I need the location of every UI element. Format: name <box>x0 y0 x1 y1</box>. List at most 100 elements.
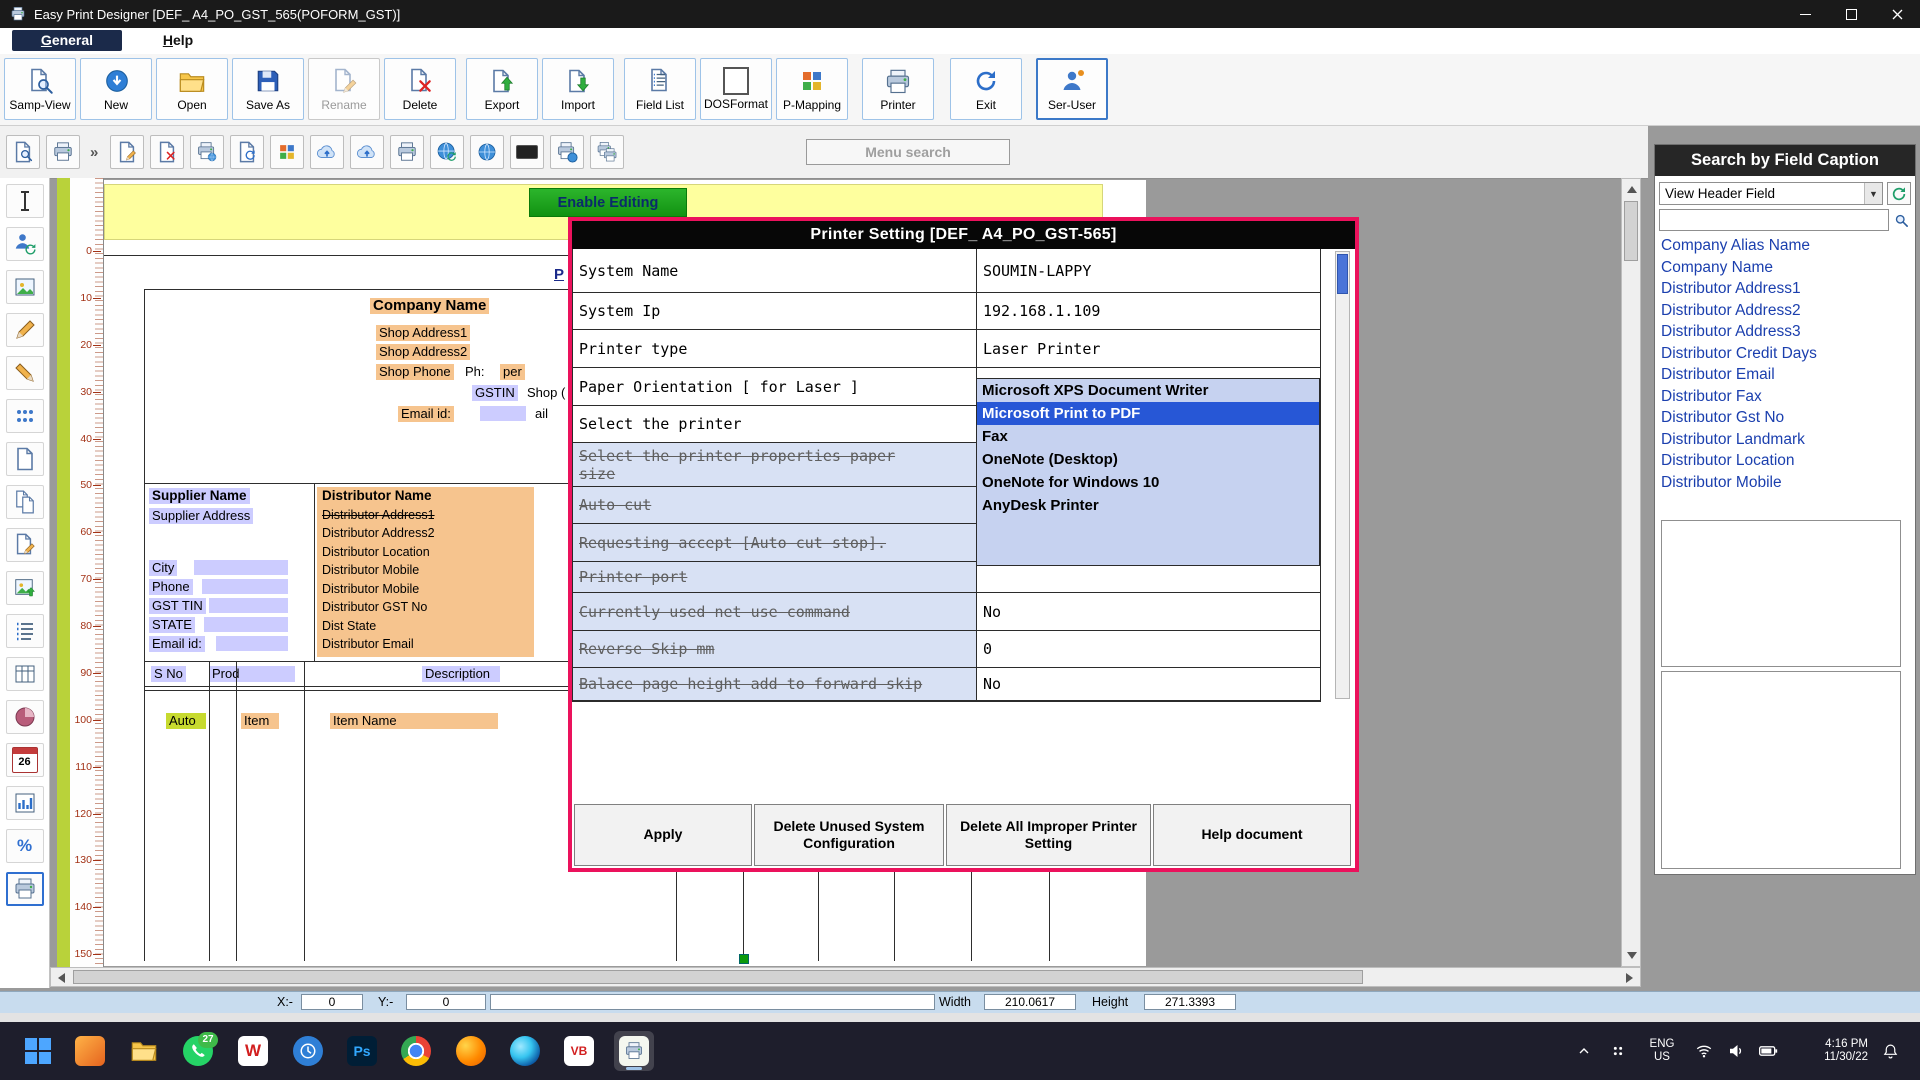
scroll-up-arrow[interactable] <box>1627 186 1637 193</box>
distributor-gst-field[interactable]: Distributor GST No <box>322 600 427 614</box>
distributor-mobile2-field[interactable]: Distributor Mobile <box>322 582 419 596</box>
row-value[interactable]: SOUMIN-LAPPY <box>977 249 1320 292</box>
field-caption-item[interactable]: Distributor Gst No <box>1658 407 1912 429</box>
printer-list-item[interactable]: Fax <box>977 425 1319 448</box>
field-caption-item[interactable]: Distributor Fax <box>1658 386 1912 408</box>
taskbar-easy-print-designer[interactable] <box>614 1031 654 1071</box>
email-label-field[interactable]: Email id: <box>398 406 454 422</box>
pencil-tool[interactable] <box>6 356 44 390</box>
pie-chart-tool[interactable] <box>6 700 44 734</box>
language-indicator[interactable]: ENG US <box>1644 1038 1680 1064</box>
web-print-button[interactable] <box>550 135 584 169</box>
phone-value-box[interactable] <box>202 579 288 594</box>
selection-handle[interactable] <box>739 954 749 964</box>
auto-field[interactable]: Auto <box>166 713 206 729</box>
tray-grid-button[interactable] <box>1606 1039 1630 1063</box>
distributor-email-field[interactable]: Distributor Email <box>322 637 414 651</box>
vertical-scroll-thumb[interactable] <box>1624 201 1638 261</box>
menu-search-input[interactable] <box>806 139 1010 165</box>
taskbar-chrome[interactable] <box>396 1031 436 1071</box>
table-tool[interactable] <box>6 657 44 691</box>
printer-list-item[interactable]: AnyDesk Printer <box>977 494 1319 517</box>
notifications-button[interactable] <box>1878 1039 1902 1063</box>
formula-button[interactable] <box>150 135 184 169</box>
menu-help[interactable]: Help <box>150 30 206 51</box>
field-caption-item[interactable]: Company Name <box>1658 257 1912 279</box>
field-list-button[interactable]: Field List <box>624 58 696 120</box>
item-field[interactable]: Item <box>241 713 279 729</box>
scroll-down-arrow[interactable] <box>1627 952 1637 959</box>
print-stack-tool[interactable] <box>6 872 44 906</box>
maximize-button[interactable] <box>1828 0 1874 28</box>
calendar-tool[interactable]: 26 <box>6 743 44 777</box>
supplier-address-field[interactable]: Supplier Address <box>149 508 253 524</box>
device-memory-button[interactable] <box>510 135 544 169</box>
chart-tool[interactable] <box>6 786 44 820</box>
distributor-mobile-field[interactable]: Distributor Mobile <box>322 563 419 577</box>
row-value[interactable]: 0 <box>977 631 1320 667</box>
company-name-field[interactable]: Company Name <box>370 298 489 314</box>
save-as-button[interactable]: Save As <box>232 58 304 120</box>
row-value[interactable]: No <box>977 593 1320 630</box>
copy-print-button[interactable] <box>590 135 624 169</box>
printer-list-item[interactable]: Microsoft XPS Document Writer <box>977 379 1319 402</box>
tray-chevron-button[interactable] <box>1572 1039 1596 1063</box>
row-value[interactable]: Laser Printer <box>977 330 1320 367</box>
printer-button[interactable]: Printer <box>862 58 934 120</box>
open-button[interactable]: Open <box>156 58 228 120</box>
view-selector-dropdown[interactable]: View Header Field ▼ <box>1659 182 1883 205</box>
horizontal-scrollbar[interactable] <box>50 967 1641 987</box>
web-button[interactable] <box>470 135 504 169</box>
taskbar-photoshop[interactable]: Ps <box>342 1031 382 1071</box>
printer-list-item-selected[interactable]: Microsoft Print to PDF <box>977 402 1319 425</box>
edit-template-button[interactable] <box>110 135 144 169</box>
prod-header[interactable]: Prod <box>209 666 295 682</box>
email-id-field[interactable]: Email id: <box>149 636 205 652</box>
phone-field[interactable]: Phone <box>149 579 193 595</box>
gst-tin-field[interactable]: GST TIN <box>149 598 206 614</box>
vertical-scrollbar[interactable] <box>1621 178 1641 967</box>
print-preview-button[interactable] <box>6 135 40 169</box>
taskbar-vb-app[interactable]: VB <box>559 1031 599 1071</box>
cloud-upload-button[interactable] <box>310 135 344 169</box>
field-caption-item[interactable]: Distributor Landmark <box>1658 429 1912 451</box>
rename-button[interactable]: Rename <box>308 58 380 120</box>
note-edit-tool[interactable] <box>6 528 44 562</box>
delete-all-improper-printer-setting-button[interactable]: Delete All Improper Printer Setting <box>946 804 1151 866</box>
taskbar-edge[interactable] <box>505 1031 545 1071</box>
shop-address2-field[interactable]: Shop Address2 <box>376 344 470 360</box>
state-value-box[interactable] <box>204 617 288 632</box>
minimize-button[interactable] <box>1782 0 1828 28</box>
row-value[interactable]: No <box>977 668 1320 700</box>
wifi-button[interactable] <box>1692 1039 1716 1063</box>
state-field[interactable]: STATE <box>149 617 195 633</box>
row-value[interactable]: 192.168.1.109 <box>977 293 1320 329</box>
distributor-address2-field[interactable]: Distributor Address2 <box>322 526 435 540</box>
item-name-field[interactable]: Item Name <box>330 713 498 729</box>
copy-pages-tool[interactable] <box>6 485 44 519</box>
email-id-value-box[interactable] <box>216 636 288 651</box>
dialog-scrollbar[interactable] <box>1335 251 1350 699</box>
field-caption-item[interactable]: Distributor Address2 <box>1658 300 1912 322</box>
numbered-list-tool[interactable] <box>6 614 44 648</box>
cloud-backup-button[interactable] <box>350 135 384 169</box>
distributor-name-field[interactable]: Distributor Name <box>322 488 432 503</box>
image-add-tool[interactable] <box>6 571 44 605</box>
city-field[interactable]: City <box>149 560 177 576</box>
field-caption-item[interactable]: Distributor Address3 <box>1658 321 1912 343</box>
p-mapping-button[interactable]: P-Mapping <box>776 58 848 120</box>
search-button[interactable] <box>1891 209 1911 231</box>
dist-state-field[interactable]: Dist State <box>322 619 376 633</box>
schedule-button[interactable] <box>230 135 264 169</box>
start-button[interactable] <box>18 1031 58 1071</box>
shop-address1-field[interactable]: Shop Address1 <box>376 325 470 341</box>
battery-button[interactable] <box>1756 1039 1780 1063</box>
horizontal-scroll-thumb[interactable] <box>73 970 1363 984</box>
volume-button[interactable] <box>1724 1039 1748 1063</box>
menu-general[interactable]: General <box>12 30 122 51</box>
gstin-field[interactable]: GSTIN <box>472 385 518 401</box>
taskbar-clock-app[interactable] <box>288 1031 328 1071</box>
email-value-box[interactable] <box>480 406 526 421</box>
text-select-tool[interactable] <box>6 184 44 218</box>
taskbar-whatsapp[interactable]: 27 <box>178 1031 218 1071</box>
